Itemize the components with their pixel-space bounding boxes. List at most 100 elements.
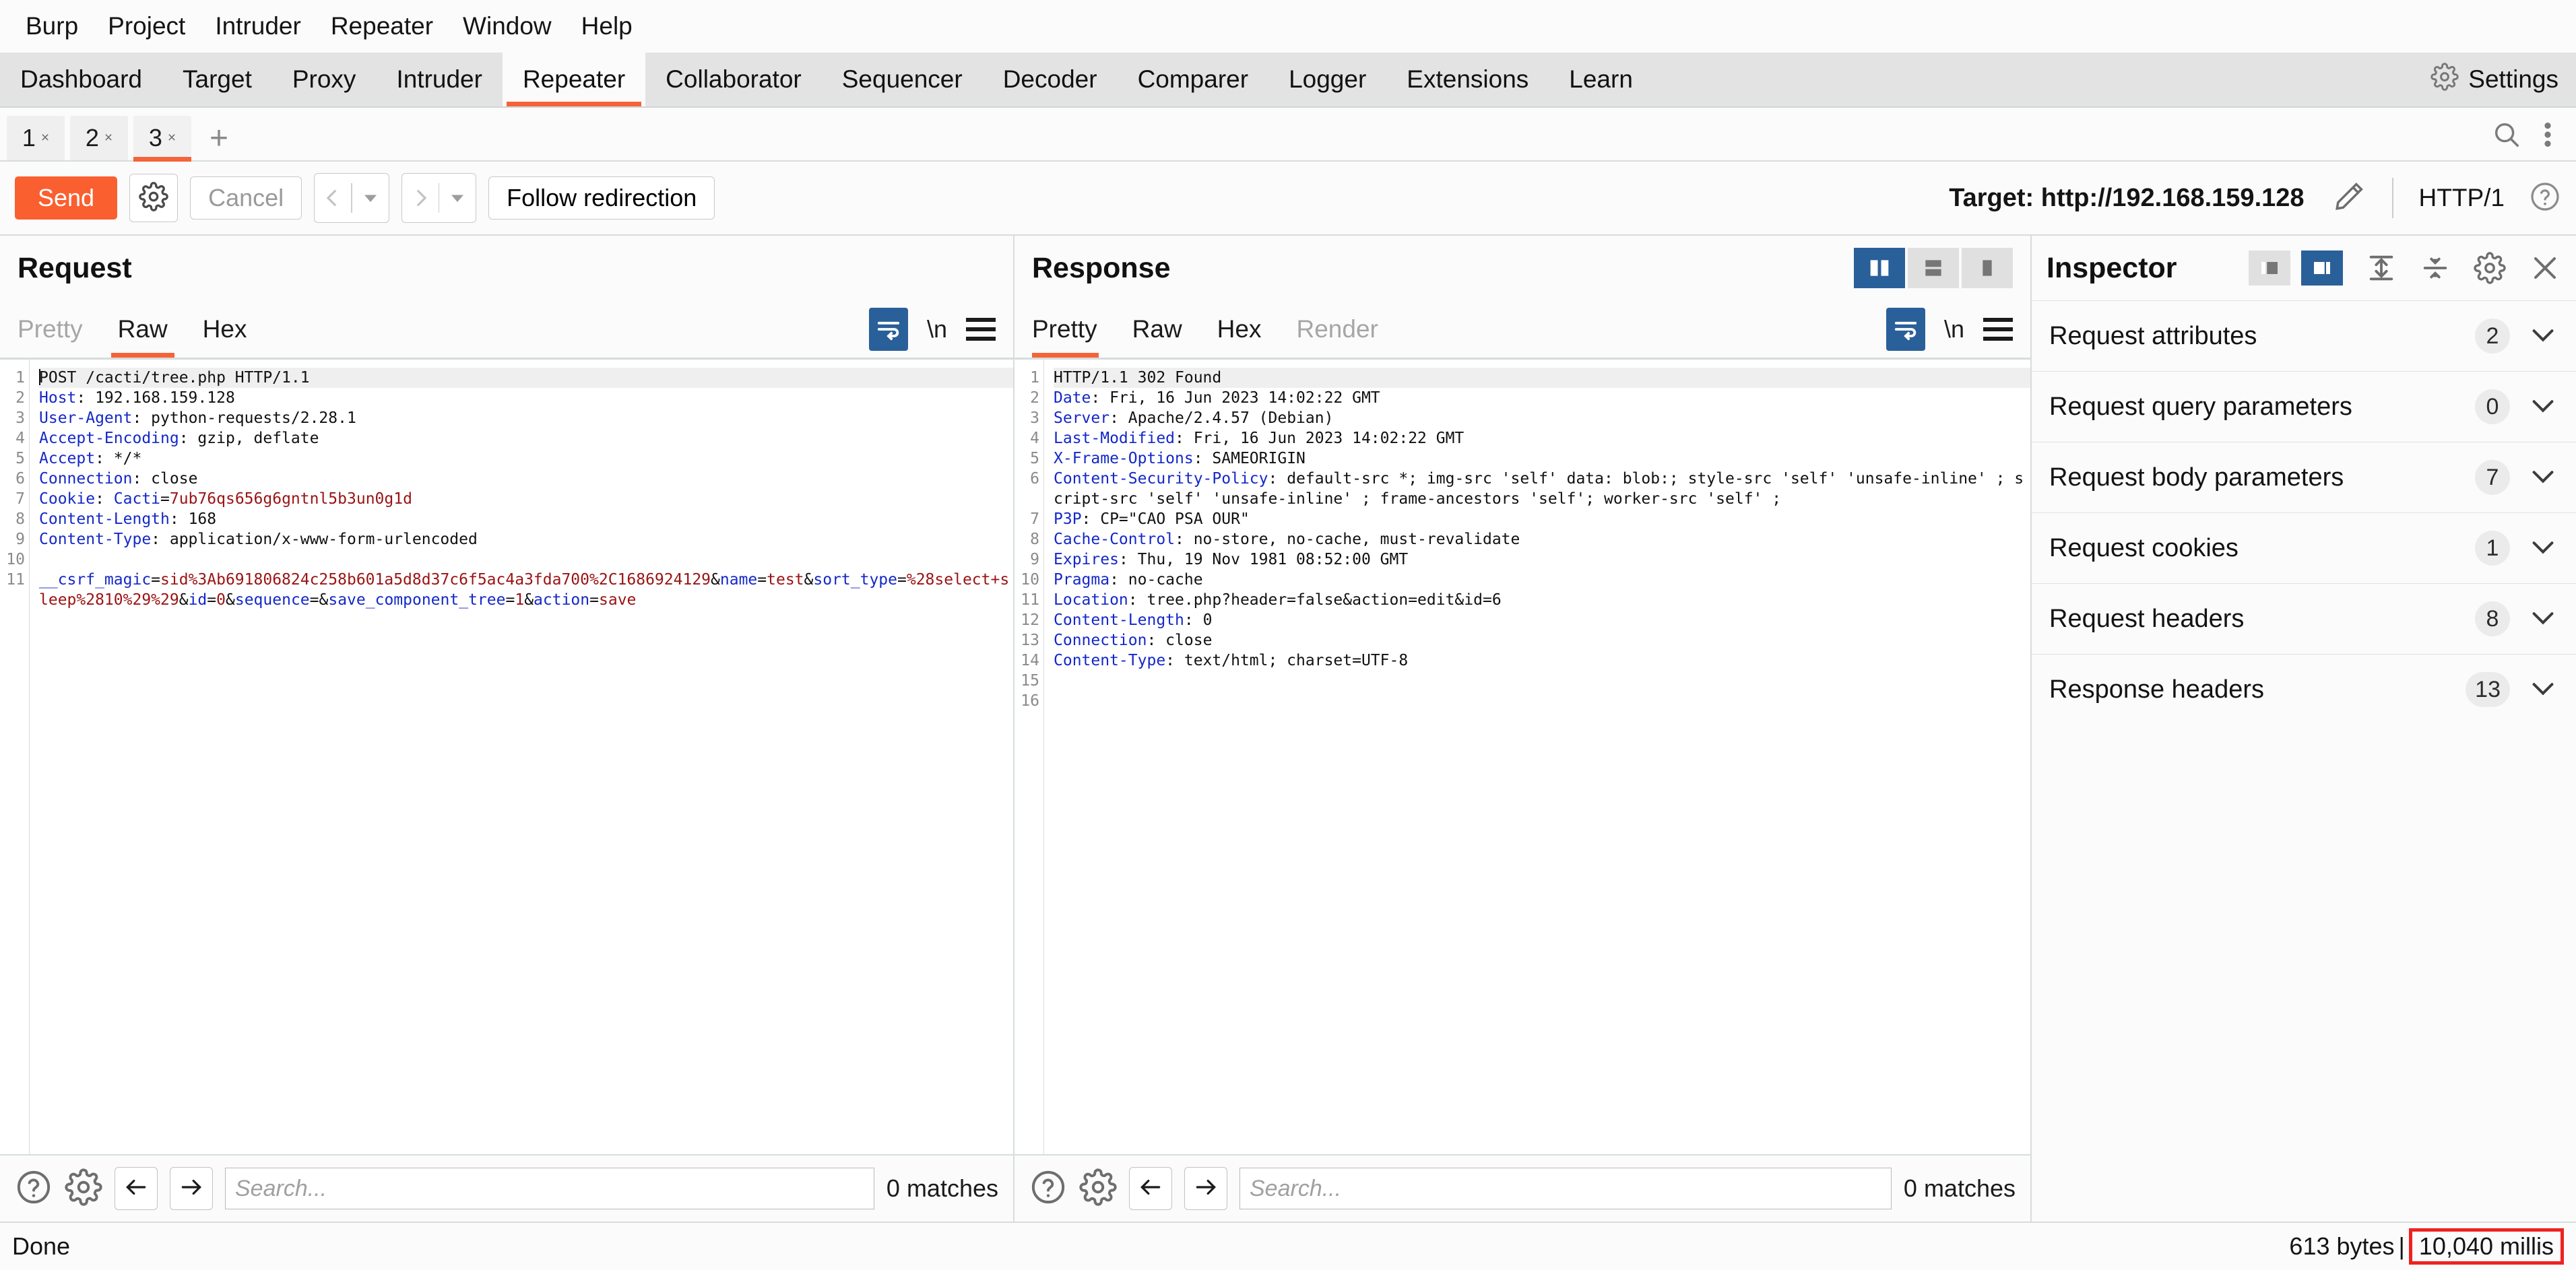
send-options-button[interactable]: [129, 174, 178, 222]
close-icon[interactable]: ×: [104, 130, 112, 146]
response-tab-pretty[interactable]: Pretty: [1032, 300, 1115, 358]
code-line[interactable]: [1054, 691, 2030, 711]
response-pretty-content[interactable]: HTTP/1.1 302 FoundDate: Fri, 16 Jun 2023…: [1044, 360, 2030, 1154]
code-line[interactable]: Server: Apache/2.4.57 (Debian): [1054, 408, 2030, 428]
forward-button-group[interactable]: [401, 173, 477, 223]
send-button[interactable]: Send: [15, 176, 117, 220]
search-prev-button[interactable]: [1129, 1167, 1172, 1210]
settings-button[interactable]: Settings: [2424, 53, 2576, 106]
search-next-button[interactable]: [1184, 1167, 1227, 1210]
menu-item-repeater[interactable]: Repeater: [316, 9, 448, 43]
chevron-down-icon[interactable]: [2527, 602, 2558, 636]
split-vertical-icon[interactable]: [1854, 248, 1905, 288]
nav-tab-sequencer[interactable]: Sequencer: [822, 53, 983, 106]
close-icon[interactable]: ×: [168, 130, 176, 146]
cancel-button[interactable]: Cancel: [190, 176, 302, 220]
nav-tab-dashboard[interactable]: Dashboard: [0, 53, 162, 106]
code-line[interactable]: Pragma: no-cache: [1054, 570, 2030, 590]
response-editor[interactable]: 12345678910111213141516 HTTP/1.1 302 Fou…: [1015, 360, 2030, 1154]
inspector-section-2[interactable]: Request query parameters0: [2032, 371, 2576, 442]
code-line[interactable]: HTTP/1.1 302 Found: [1054, 368, 2030, 388]
panel-right-icon[interactable]: [2301, 250, 2343, 286]
code-line[interactable]: Accept: */*: [39, 448, 1013, 469]
nav-tab-comparer[interactable]: Comparer: [1118, 53, 1269, 106]
code-line[interactable]: __csrf_magic=sid%3Ab691806824c258b601a5d…: [39, 570, 1013, 610]
hamburger-icon[interactable]: [966, 318, 996, 341]
inspector-section-6[interactable]: Response headers13: [2032, 654, 2576, 725]
newline-toggle[interactable]: \n: [1944, 315, 1964, 343]
response-tab-raw[interactable]: Raw: [1115, 300, 1200, 358]
code-line[interactable]: Date: Fri, 16 Jun 2023 14:02:22 GMT: [1054, 388, 2030, 408]
panel-left-icon[interactable]: [2249, 250, 2290, 286]
code-line[interactable]: Cookie: Cacti=7ub76qs656g6gntnl5b3un0g1d: [39, 489, 1013, 509]
code-line[interactable]: Expires: Thu, 19 Nov 1981 08:52:00 GMT: [1054, 549, 2030, 570]
gear-icon[interactable]: [65, 1168, 102, 1209]
menu-item-intruder[interactable]: Intruder: [200, 9, 316, 43]
code-line[interactable]: Content-Security-Policy: default-src *; …: [1054, 469, 2030, 509]
code-line[interactable]: Host: 192.168.159.128: [39, 388, 1013, 408]
nav-tab-collaborator[interactable]: Collaborator: [645, 53, 822, 106]
request-editor[interactable]: 1234567891011 POST /cacti/tree.php HTTP/…: [0, 360, 1013, 1154]
code-line[interactable]: Cache-Control: no-store, no-cache, must-…: [1054, 529, 2030, 549]
repeater-tab-2[interactable]: 2 ×: [70, 116, 128, 160]
nav-tab-intruder[interactable]: Intruder: [376, 53, 503, 106]
nav-tab-repeater[interactable]: Repeater: [503, 53, 645, 106]
nav-tab-target[interactable]: Target: [162, 53, 272, 106]
close-icon[interactable]: ×: [41, 130, 49, 146]
single-pane-icon[interactable]: [1962, 248, 2013, 288]
code-line[interactable]: [39, 549, 1013, 570]
request-tab-hex[interactable]: Hex: [185, 300, 265, 358]
chevron-down-icon[interactable]: [2527, 390, 2558, 424]
code-line[interactable]: POST /cacti/tree.php HTTP/1.1: [39, 368, 1013, 388]
expand-all-icon[interactable]: [2366, 253, 2397, 283]
menu-item-project[interactable]: Project: [93, 9, 200, 43]
close-icon[interactable]: [2529, 252, 2561, 284]
code-line[interactable]: Location: tree.php?header=false&action=e…: [1054, 590, 2030, 610]
search-prev-button[interactable]: [115, 1167, 158, 1210]
chevron-down-icon[interactable]: [2527, 319, 2558, 354]
code-line[interactable]: Connection: close: [1054, 630, 2030, 650]
chevron-left-icon[interactable]: [315, 187, 351, 209]
nav-tab-logger[interactable]: Logger: [1268, 53, 1386, 106]
code-line[interactable]: Last-Modified: Fri, 16 Jun 2023 14:02:22…: [1054, 428, 2030, 448]
menu-item-burp[interactable]: Burp: [11, 9, 93, 43]
question-circle-icon[interactable]: [1029, 1168, 1067, 1209]
code-line[interactable]: Content-Type: application/x-www-form-url…: [39, 529, 1013, 549]
gear-icon[interactable]: [1079, 1168, 1117, 1209]
chevron-down-icon[interactable]: [2527, 531, 2558, 566]
split-horizontal-icon[interactable]: [1908, 248, 1959, 288]
chevron-right-icon[interactable]: [402, 187, 439, 209]
word-wrap-icon[interactable]: [1886, 308, 1925, 351]
collapse-all-icon[interactable]: [2420, 253, 2451, 283]
follow-redirection-button[interactable]: Follow redirection: [488, 176, 715, 220]
request-raw-content[interactable]: POST /cacti/tree.php HTTP/1.1Host: 192.1…: [30, 360, 1013, 1154]
code-line[interactable]: Accept-Encoding: gzip, deflate: [39, 428, 1013, 448]
repeater-tab-1[interactable]: 1 ×: [7, 116, 65, 160]
search-next-button[interactable]: [170, 1167, 213, 1210]
request-search-input[interactable]: [225, 1168, 874, 1209]
code-line[interactable]: Content-Length: 0: [1054, 610, 2030, 630]
gear-icon[interactable]: [2474, 252, 2506, 284]
add-tab-button[interactable]: +: [197, 116, 241, 160]
code-line[interactable]: Connection: close: [39, 469, 1013, 489]
search-icon[interactable]: [2491, 119, 2522, 154]
newline-toggle[interactable]: \n: [927, 315, 947, 343]
inspector-section-5[interactable]: Request headers8: [2032, 583, 2576, 654]
kebab-menu-icon[interactable]: [2542, 119, 2553, 154]
caret-down-icon[interactable]: [352, 190, 389, 206]
response-search-input[interactable]: [1239, 1168, 1892, 1209]
caret-down-icon[interactable]: [439, 190, 476, 206]
request-tab-pretty[interactable]: Pretty: [18, 300, 100, 358]
back-button-group[interactable]: [314, 173, 389, 223]
nav-tab-proxy[interactable]: Proxy: [272, 53, 377, 106]
hamburger-icon[interactable]: [1983, 318, 2013, 341]
response-tab-hex[interactable]: Hex: [1200, 300, 1279, 358]
code-line[interactable]: P3P: CP="CAO PSA OUR": [1054, 509, 2030, 529]
question-circle-icon[interactable]: [15, 1168, 53, 1209]
repeater-tab-3[interactable]: 3 ×: [133, 116, 191, 160]
menu-item-help[interactable]: Help: [567, 9, 647, 43]
request-tab-raw[interactable]: Raw: [100, 300, 185, 358]
http-version-label[interactable]: HTTP/1: [2419, 184, 2505, 212]
inspector-section-4[interactable]: Request cookies1: [2032, 512, 2576, 583]
inspector-section-1[interactable]: Request attributes2: [2032, 300, 2576, 371]
